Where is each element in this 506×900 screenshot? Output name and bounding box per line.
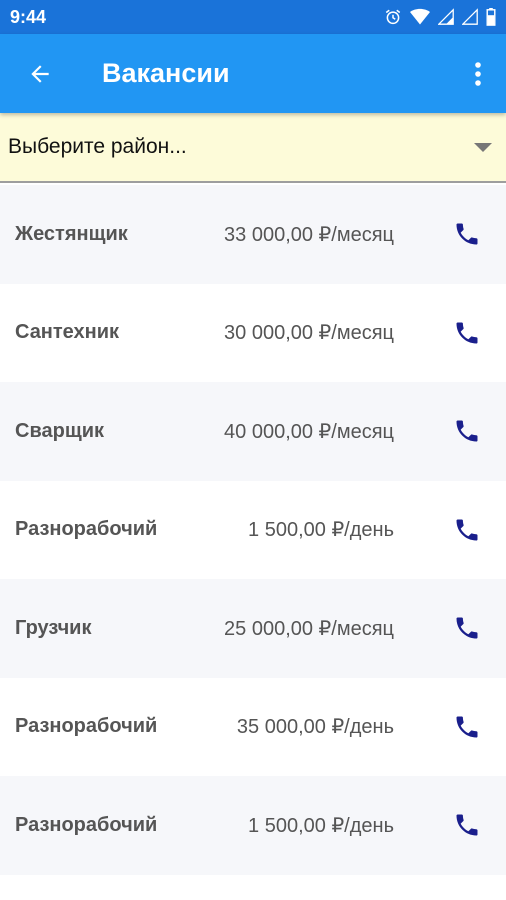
more-vertical-icon	[475, 61, 481, 86]
vacancy-title: Разнорабочий	[15, 813, 158, 836]
call-button[interactable]	[452, 810, 482, 840]
phone-icon	[456, 814, 478, 836]
signal-icon	[462, 8, 478, 26]
phone-icon	[456, 617, 478, 639]
district-select-value: Выберите район...	[8, 135, 187, 158]
status-time: 9:44	[10, 6, 47, 27]
dropdown-arrow-icon	[474, 142, 492, 152]
phone-icon	[456, 716, 478, 738]
arrow-left-icon	[31, 64, 49, 83]
vacancy-salary: 33 000,00 ₽/месяц	[224, 223, 394, 246]
call-button[interactable]	[452, 318, 482, 348]
vacancy-title: Разнорабочий	[15, 518, 158, 541]
vacancy-row[interactable]: Сантехник 30 000,00 ₽/месяц	[0, 283, 506, 382]
vacancy-salary: 1 500,00 ₽/день	[248, 519, 394, 542]
vacancy-row[interactable]: Разнорабочий 1 500,00 ₽/день	[0, 480, 506, 579]
vacancy-row[interactable]: Жестянщик 33 000,00 ₽/месяц	[0, 185, 506, 284]
phone-icon	[456, 519, 478, 541]
call-button[interactable]	[452, 613, 482, 643]
call-button[interactable]	[452, 219, 482, 249]
vacancy-salary: 35 000,00 ₽/день	[236, 716, 394, 739]
vacancy-title: Жестянщик	[15, 222, 128, 245]
phone-icon	[456, 420, 478, 442]
phone-icon	[456, 322, 478, 344]
alarm-icon	[384, 8, 402, 26]
back-button[interactable]	[20, 54, 60, 94]
vacancy-salary: 1 500,00 ₽/день	[248, 814, 394, 837]
vacancy-row[interactable]: Грузчик 25 000,00 ₽/месяц	[0, 579, 506, 678]
wifi-icon	[410, 8, 430, 26]
status-bar: 9:44	[0, 0, 506, 34]
call-button[interactable]	[452, 515, 482, 545]
battery-icon	[486, 8, 496, 26]
app-bar: Вакансии	[0, 34, 506, 113]
vacancy-title: Сантехник	[15, 321, 120, 344]
call-button[interactable]	[452, 712, 482, 742]
call-button[interactable]	[452, 416, 482, 446]
vacancy-row[interactable]: Разнорабочий 1 500,00 ₽/день	[0, 776, 506, 875]
vacancy-row[interactable]: Разнорабочий 35 000,00 ₽/день	[0, 677, 506, 776]
vacancy-salary: 30 000,00 ₽/месяц	[224, 322, 394, 345]
vacancy-salary: 40 000,00 ₽/месяц	[224, 420, 394, 443]
page-title: Вакансии	[102, 58, 230, 88]
vacancy-salary: 25 000,00 ₽/месяц	[224, 617, 394, 640]
vacancy-row[interactable]: Сварщик 40 000,00 ₽/месяц	[0, 382, 506, 481]
status-icons	[384, 8, 496, 26]
phone-icon	[456, 223, 478, 245]
vacancy-title: Сварщик	[15, 419, 104, 442]
vacancy-title: Грузчик	[15, 616, 92, 639]
vacancy-list: Жестянщик 33 000,00 ₽/месяц Сантехник 30…	[0, 185, 506, 875]
signal-icon	[438, 8, 454, 26]
vacancy-title: Разнорабочий	[15, 715, 158, 738]
district-select[interactable]: Выберите район...	[0, 113, 506, 183]
more-options-button[interactable]	[466, 54, 490, 94]
